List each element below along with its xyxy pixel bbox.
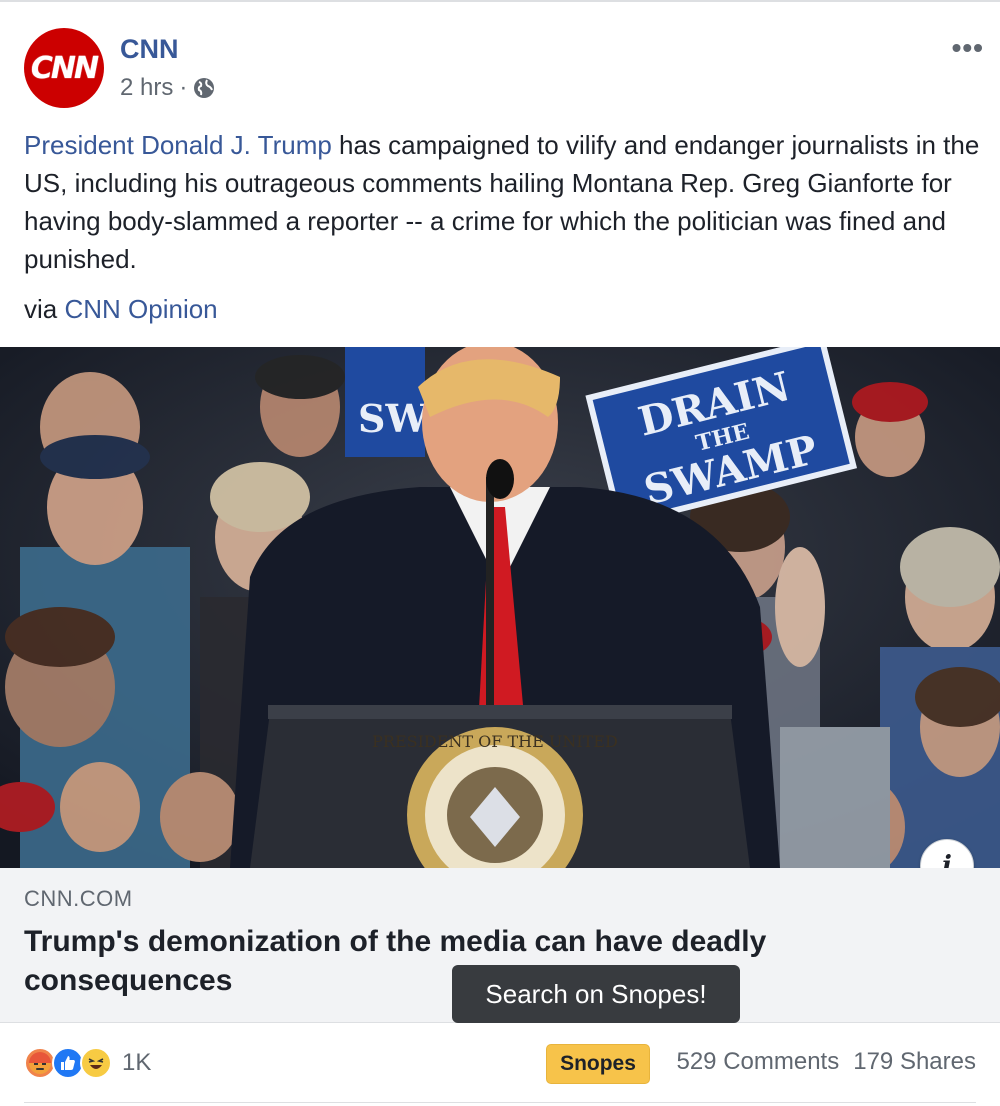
reaction-summary[interactable]: 1K [24, 1046, 151, 1080]
via-prefix: via [24, 294, 65, 324]
meta-separator: · [179, 74, 188, 101]
via-link[interactable]: CNN Opinion [64, 294, 217, 324]
via-line: via CNN Opinion [24, 290, 218, 328]
sign-left-text: SW [358, 396, 429, 441]
post-message: President Donald J. Trump has campaigned… [24, 126, 984, 278]
haha-icon [80, 1047, 112, 1079]
reaction-count[interactable]: 1K [122, 1049, 151, 1077]
page-avatar[interactable]: CNN [24, 28, 104, 108]
post-meta: 2 hrs · [120, 74, 215, 102]
seal-text: PRESIDENT OF THE UNITED [372, 732, 618, 751]
shares-count-link[interactable]: 179 Shares [853, 1048, 976, 1076]
comments-count-link[interactable]: 529 Comments [676, 1048, 839, 1076]
post-image[interactable]: DRAIN THE SWAMP SW PRESIDENT OF THE UNIT… [0, 347, 1000, 868]
globe-icon [194, 78, 215, 98]
snopes-tooltip: Search on Snopes! [452, 965, 740, 1023]
engagement-stats: 529 Comments 179 Shares [676, 1048, 976, 1076]
rally-photo: DRAIN THE SWAMP SW PRESIDENT OF THE UNIT… [0, 347, 1000, 868]
footer-divider [24, 1102, 976, 1103]
timestamp-link[interactable]: 2 hrs [120, 74, 173, 102]
feed-post: CNN CNN 2 hrs · ••• President Donald J. … [0, 0, 1000, 1106]
cnn-logo: CNN [30, 50, 99, 86]
more-options-icon[interactable]: ••• [952, 32, 984, 64]
snopes-button[interactable]: Snopes [546, 1044, 650, 1084]
mention-link[interactable]: President Donald J. Trump [24, 130, 332, 160]
page-name-link[interactable]: CNN [120, 34, 179, 65]
preview-domain: CNN.COM [24, 886, 133, 911]
